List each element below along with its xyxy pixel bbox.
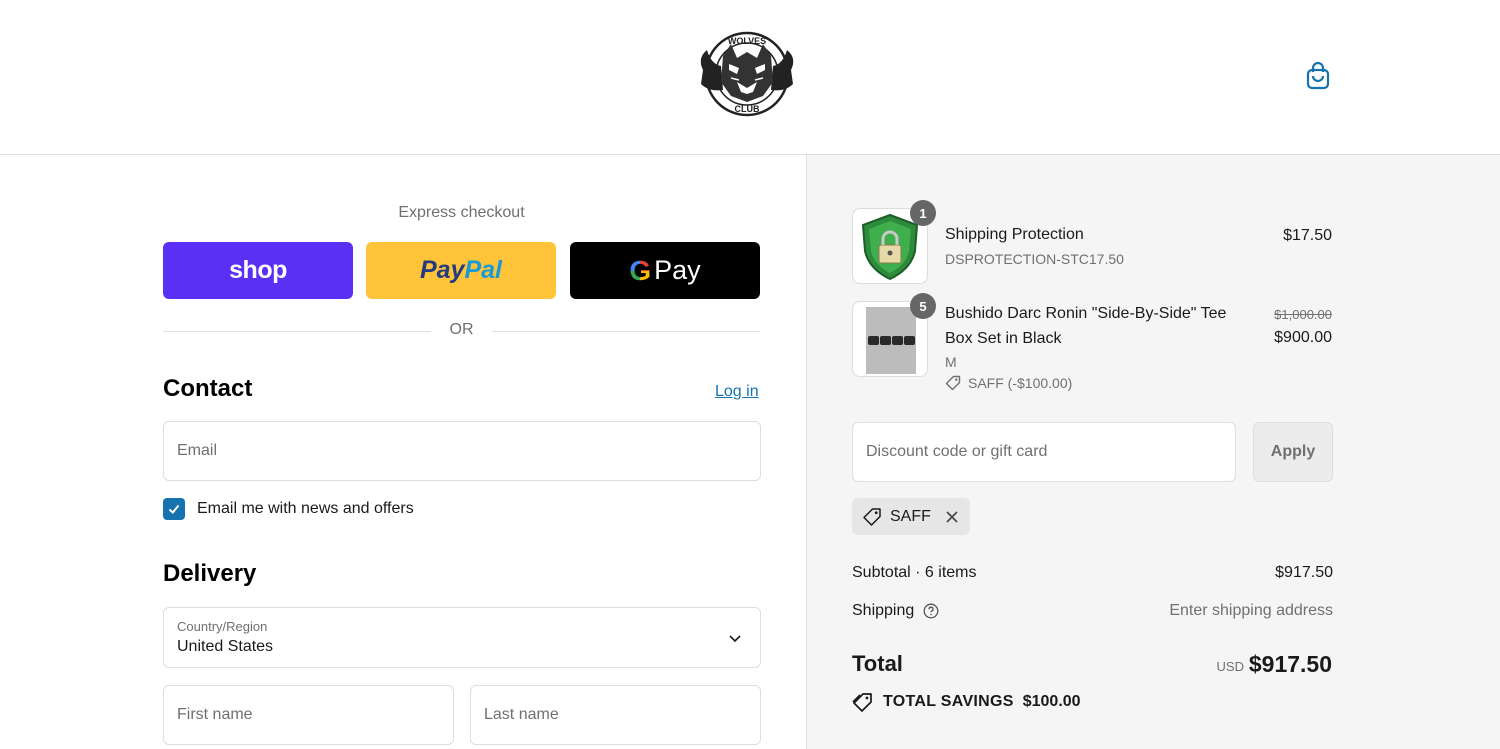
applied-code-label: SAFF [890, 507, 931, 525]
item-price: $17.50 [1283, 227, 1332, 244]
total-value: $917.50 [1248, 651, 1332, 677]
first-name-input[interactable] [164, 686, 453, 744]
newsletter-checkbox[interactable] [163, 498, 185, 520]
header: WOLVES CLUB [0, 0, 1500, 155]
or-label: OR [449, 321, 474, 338]
shopping-bag-icon[interactable] [1304, 61, 1332, 91]
paypal-button[interactable]: Pay Pal [366, 242, 556, 299]
item-name-line2: Box Set in Black [945, 330, 1062, 347]
discount-field[interactable] [852, 422, 1236, 482]
subtotal-value: $917.50 [1275, 564, 1333, 581]
newsletter-label[interactable]: Email me with news and offers [197, 500, 414, 518]
login-link[interactable]: Log in [715, 383, 759, 401]
paypal-label-part2: Pal [464, 256, 502, 284]
wolves-club-logo[interactable]: WOLVES CLUB [693, 30, 801, 118]
product-thumbnail: 1 [852, 200, 936, 284]
total-label: Total [852, 651, 903, 676]
checkout-form: Express checkout shop Pay Pal G Pay OR Co… [0, 155, 806, 749]
shipping-label: Shipping [852, 602, 915, 619]
express-checkout-title: Express checkout [398, 204, 525, 221]
email-field[interactable] [163, 421, 761, 481]
total-savings: TOTAL SAVINGS $100.00 [852, 692, 1081, 712]
google-pay-button[interactable]: G Pay [570, 242, 760, 299]
checkmark-icon [168, 504, 180, 514]
item-sku: DSPROTECTION-STC17.50 [945, 251, 1124, 267]
item-variant: M [945, 354, 957, 370]
discount-input[interactable] [853, 423, 1235, 481]
item-discount-label: SAFF (-$100.00) [968, 375, 1073, 391]
total-currency: USD [1216, 659, 1244, 674]
quantity-badge: 1 [910, 200, 936, 226]
savings-label: TOTAL SAVINGS [883, 693, 1014, 710]
item-compare-price: $1,000.00 [1274, 307, 1332, 322]
shipping-row: Shipping Enter shipping address [852, 602, 1333, 620]
help-icon[interactable] [923, 603, 939, 619]
apply-button[interactable]: Apply [1253, 422, 1333, 482]
savings-tag-icon [852, 693, 872, 712]
country-label: Country/Region [177, 619, 268, 634]
item-price: $900.00 [1274, 329, 1332, 346]
last-name-input[interactable] [471, 686, 760, 744]
chevron-down-icon [729, 635, 741, 643]
item-name-line1: Bushido Darc Ronin "Side-By-Side" Tee [945, 305, 1227, 322]
close-icon[interactable] [945, 510, 959, 524]
item-name: Shipping Protection [945, 226, 1084, 243]
google-pay-label: Pay [654, 255, 701, 285]
savings-value: $100.00 [1022, 693, 1081, 710]
contact-title: Contact [163, 375, 253, 402]
applied-code-tag: SAFF [852, 498, 970, 535]
delivery-title: Delivery [163, 560, 257, 587]
item-discount: SAFF (-$100.00) [945, 375, 1072, 391]
order-summary: 1 Shipping Protection DSPROTECTION-STC17… [806, 155, 1500, 749]
google-g-icon: G [629, 254, 652, 286]
product-thumbnail: 5 [852, 293, 936, 377]
divider-line-right [492, 331, 760, 332]
subtotal-row: Subtotal · 6 items $917.50 [852, 564, 1333, 582]
shipping-value: Enter shipping address [1169, 602, 1333, 619]
shop-pay-button[interactable]: shop [163, 242, 353, 299]
logo-text-top: WOLVES [728, 36, 766, 46]
last-name-field[interactable] [470, 685, 761, 745]
logo-text-bottom: CLUB [735, 104, 760, 114]
shop-pay-label: shop [229, 256, 287, 284]
paypal-label-part1: Pay [419, 256, 465, 284]
or-divider: OR [163, 321, 760, 341]
quantity-badge: 5 [910, 293, 936, 319]
email-input[interactable] [164, 422, 760, 480]
subtotal-label: Subtotal · 6 items [852, 564, 977, 581]
first-name-field[interactable] [163, 685, 454, 745]
tag-icon [945, 375, 961, 391]
country-select[interactable]: Country/Region United States [163, 607, 761, 668]
tag-icon [863, 507, 881, 526]
country-value: United States [177, 638, 274, 655]
